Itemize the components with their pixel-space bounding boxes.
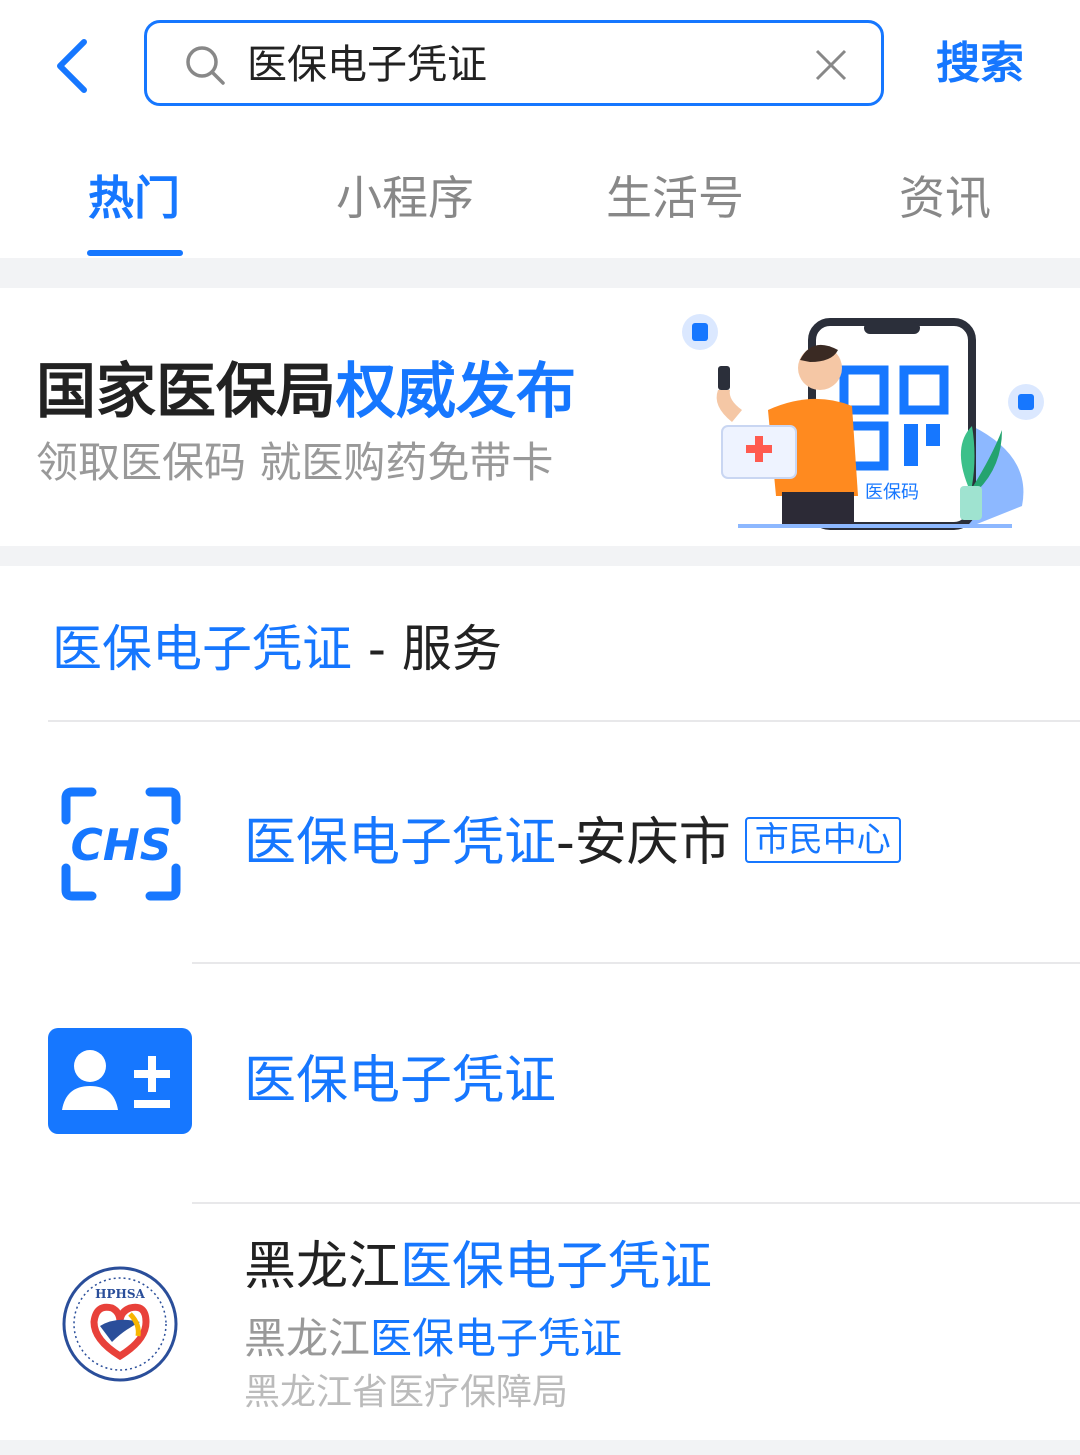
result-title: 黑龙江医保电子凭证: [244, 1237, 713, 1297]
search-button[interactable]: 搜索: [936, 36, 1024, 92]
svg-text:HPHSA: HPHSA: [95, 1287, 145, 1301]
result-subtitle: 黑龙江医保电子凭证: [244, 1314, 623, 1363]
result-item-anqing[interactable]: CHS 医保电子凭证-安庆市 市民中心: [0, 722, 1080, 962]
tab-hot[interactable]: 热门: [24, 168, 244, 228]
chevron-left-icon: [57, 39, 87, 93]
search-input[interactable]: 医保电子凭证: [144, 20, 884, 106]
result-item-heilongjiang[interactable]: HPHSA 黑龙江医保电子凭证 黑龙江医保电子凭证 黑龙江省医疗保障局: [0, 1204, 1080, 1440]
section-gap: [0, 546, 1080, 566]
section-gap: [0, 1440, 1080, 1455]
back-button[interactable]: [48, 36, 98, 96]
search-icon: [186, 46, 225, 85]
active-tab-indicator: [87, 250, 183, 256]
section-title-services: 医保电子凭证 - 服务: [52, 620, 502, 678]
search-input-value: 医保电子凭证: [247, 42, 487, 88]
result-organization: 黑龙江省医疗保障局: [244, 1372, 569, 1413]
promo-banner[interactable]: 国家医保局权威发布 领取医保码 就医购药免带卡 医保码: [0, 288, 1080, 546]
section-gap: [0, 258, 1080, 288]
chs-logo-icon: CHS: [61, 787, 181, 901]
tab-news[interactable]: 资讯: [835, 168, 1055, 228]
svg-text:医保码: 医保码: [865, 482, 919, 503]
result-item-medical-insurance[interactable]: 医保电子凭证: [0, 964, 1080, 1202]
banner-subtitle: 领取医保码 就医购药免带卡: [36, 438, 554, 487]
user-add-icon: [48, 1028, 192, 1134]
medical-insurance-qr-illustration: 医保码: [682, 314, 1044, 530]
result-title: 医保电子凭证: [244, 1051, 557, 1111]
tag-badge: 市民中心: [744, 817, 901, 863]
tab-mini-programs[interactable]: 小程序: [295, 168, 515, 228]
tab-life-accounts[interactable]: 生活号: [565, 168, 785, 228]
hphsa-seal-icon: HPHSA: [62, 1266, 178, 1382]
close-icon[interactable]: [811, 45, 851, 85]
svg-text:CHS: CHS: [71, 820, 172, 871]
result-title: 医保电子凭证-安庆市 市民中心: [244, 810, 901, 876]
banner-title: 国家医保局权威发布: [36, 357, 576, 427]
